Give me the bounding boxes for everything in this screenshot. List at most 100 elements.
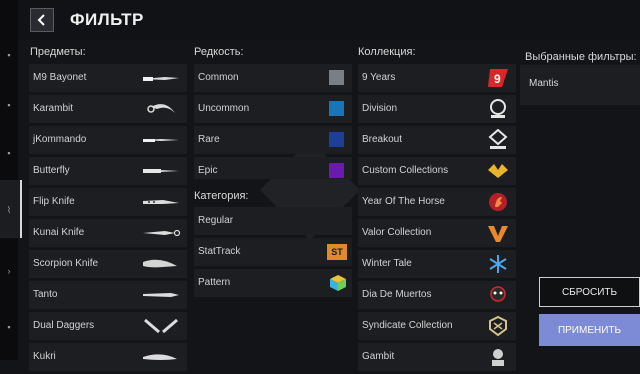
sidebar-icon-2[interactable]: ▪ (4, 100, 14, 110)
collection-label: Dia De Muertos (362, 289, 432, 300)
item-row-kukri[interactable]: Kukri (29, 343, 187, 371)
collection-row-winter-tale[interactable]: Winter Tale (358, 250, 516, 278)
nine-years-icon: 9 (488, 69, 508, 87)
reset-button[interactable]: СБРОСИТЬ (539, 277, 640, 307)
sidebar-icon-6[interactable]: ▪ (4, 322, 14, 332)
item-row-kunai-knife[interactable]: Kunai Knife (29, 219, 187, 247)
collection-label: Valor Collection (362, 227, 432, 238)
gambit-icon (492, 349, 504, 366)
rarity-row-rare[interactable]: Rare (194, 126, 352, 154)
category-heading: Категория: (194, 190, 249, 202)
rarity-swatch (329, 132, 344, 147)
rarity-label: Rare (198, 134, 220, 145)
rarity-row-common[interactable]: Common (194, 64, 352, 92)
collection-row-breakout[interactable]: Breakout (358, 126, 516, 154)
collection-row-year-of-the-horse[interactable]: Year Of The Horse (358, 188, 516, 216)
collection-row-gambit[interactable]: Gambit (358, 343, 516, 371)
item-row-butterfly[interactable]: Butterfly (29, 157, 187, 185)
rarity-row-uncommon[interactable]: Uncommon (194, 95, 352, 123)
flip-knife-icon (143, 200, 179, 204)
item-label: Karambit (33, 103, 74, 114)
karambit-knife-icon (147, 104, 175, 113)
left-sidebar: ▪ ▪ ▪ ⌇ › ▪ (0, 0, 22, 360)
collection-heading: Коллекция: (358, 46, 416, 58)
collection-label: Gambit (362, 351, 395, 362)
collection-label: Breakout (362, 134, 403, 145)
collection-row-9-years[interactable]: 9 Years 9 (358, 64, 516, 92)
snowflake-icon (489, 255, 507, 273)
item-label: Kunai Knife (33, 227, 85, 238)
horse-icon (489, 193, 507, 211)
collection-label: Syndicate Collection (362, 320, 453, 331)
category-row-pattern[interactable]: Pattern (194, 269, 352, 297)
jkommando-knife-icon (143, 139, 179, 142)
rarity-swatch (329, 163, 344, 178)
collection-label: Custom Collections (362, 165, 449, 176)
collection-list: 9 Years 9 Division Breakout Custom Colle… (358, 64, 516, 374)
rarity-row-epic[interactable]: Epic (194, 157, 352, 179)
rarity-swatch (329, 70, 344, 85)
tanto-knife-icon (143, 293, 179, 297)
item-row-jkommando[interactable]: jKommando (29, 126, 187, 154)
item-row-flip-knife[interactable]: Flip Knife (29, 188, 187, 216)
item-label: Tanto (33, 289, 58, 300)
item-label: jKommando (33, 134, 87, 145)
selected-filter-chip[interactable]: Mantis (520, 65, 640, 105)
pattern-cube-icon (330, 275, 346, 291)
item-label: Kukri (33, 351, 56, 362)
sidebar-knife-icon: ⌇ (6, 205, 12, 215)
category-label: Regular (198, 215, 234, 226)
breakout-icon (488, 129, 508, 149)
scorpion-knife-icon (143, 259, 177, 268)
butterfly-knife-icon (143, 169, 179, 173)
sidebar-icon-1[interactable]: ▪ (4, 50, 14, 60)
item-row-scorpion-knife[interactable]: Scorpion Knife (29, 250, 187, 278)
item-row-tanto[interactable]: Tanto (29, 281, 187, 309)
syndicate-icon (489, 315, 507, 337)
bayonet-knife-icon (143, 77, 179, 81)
item-row-karambit[interactable]: Karambit (29, 95, 187, 123)
back-button[interactable] (30, 8, 54, 32)
dual-daggers-icon (144, 318, 178, 334)
item-label: Dual Daggers (33, 320, 95, 331)
kunai-knife-icon (143, 229, 181, 237)
rarity-list: Common Uncommon Rare Epic (194, 64, 352, 182)
item-label: Butterfly (33, 165, 70, 176)
valor-icon (488, 226, 508, 242)
selected-filter-label: Mantis (529, 78, 559, 89)
item-label: M9 Bayonet (33, 72, 87, 83)
category-label: Pattern (198, 277, 231, 288)
collection-row-syndicate-collection[interactable]: Syndicate Collection (358, 312, 516, 340)
collection-label: Year Of The Horse (362, 196, 445, 207)
stattrack-badge-icon: ST (327, 244, 347, 260)
page-title: ФИЛЬТР (70, 10, 144, 29)
division-icon (490, 99, 506, 118)
top-bar: ФИЛЬТР (18, 0, 640, 40)
category-row-regular[interactable]: Regular (194, 207, 352, 235)
rarity-heading: Редкость: (194, 46, 244, 58)
item-label: Scorpion Knife (33, 258, 99, 269)
collection-row-division[interactable]: Division (358, 95, 516, 123)
skull-icon (490, 286, 506, 302)
items-heading: Предметы: (30, 46, 86, 58)
collection-row-dia-de-muertos[interactable]: Dia De Muertos (358, 281, 516, 309)
item-row-dual-daggers[interactable]: Dual Daggers (29, 312, 187, 340)
category-label: StatTrack (198, 246, 241, 257)
collection-label: Division (362, 103, 398, 114)
rarity-label: Uncommon (198, 103, 250, 114)
rarity-swatch (329, 101, 344, 116)
sidebar-icon-3[interactable]: ▪ (4, 148, 14, 158)
sidebar-icon-5[interactable]: › (4, 266, 14, 276)
items-list: M9 Bayonet Karambit jKommando Butterfly … (29, 64, 187, 374)
chevron-left-icon (37, 14, 45, 26)
item-row-m9-bayonet[interactable]: M9 Bayonet (29, 64, 187, 92)
rarity-label: Epic (198, 165, 218, 176)
collection-label: 9 Years (362, 72, 396, 83)
apply-button[interactable]: ПРИМЕНИТЬ (539, 314, 640, 346)
item-label: Flip Knife (33, 196, 75, 207)
collection-row-valor-collection[interactable]: Valor Collection (358, 219, 516, 247)
kukri-knife-icon (143, 354, 177, 360)
category-row-stattrack[interactable]: StatTrack ST (194, 238, 352, 266)
collection-row-custom-collections[interactable]: Custom Collections (358, 157, 516, 185)
custom-collections-icon (488, 164, 508, 178)
